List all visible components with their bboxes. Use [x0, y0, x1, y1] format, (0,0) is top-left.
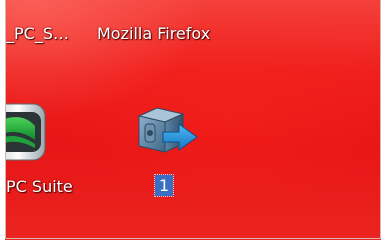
- pc-suite-icon[interactable]: [5, 102, 47, 162]
- new-item-label-selected[interactable]: 1: [153, 174, 175, 197]
- pc-sync-shortcut-label[interactable]: _PC_S…: [6, 25, 69, 43]
- blue-cube-shortcut-icon[interactable]: [133, 104, 203, 162]
- firefox-shortcut-label[interactable]: Mozilla Firefox: [97, 25, 210, 43]
- desktop-background[interactable]: _PC_S… Mozilla Firefox PC Suite 1: [5, 0, 381, 240]
- pc-suite-label[interactable]: PC Suite: [6, 178, 73, 196]
